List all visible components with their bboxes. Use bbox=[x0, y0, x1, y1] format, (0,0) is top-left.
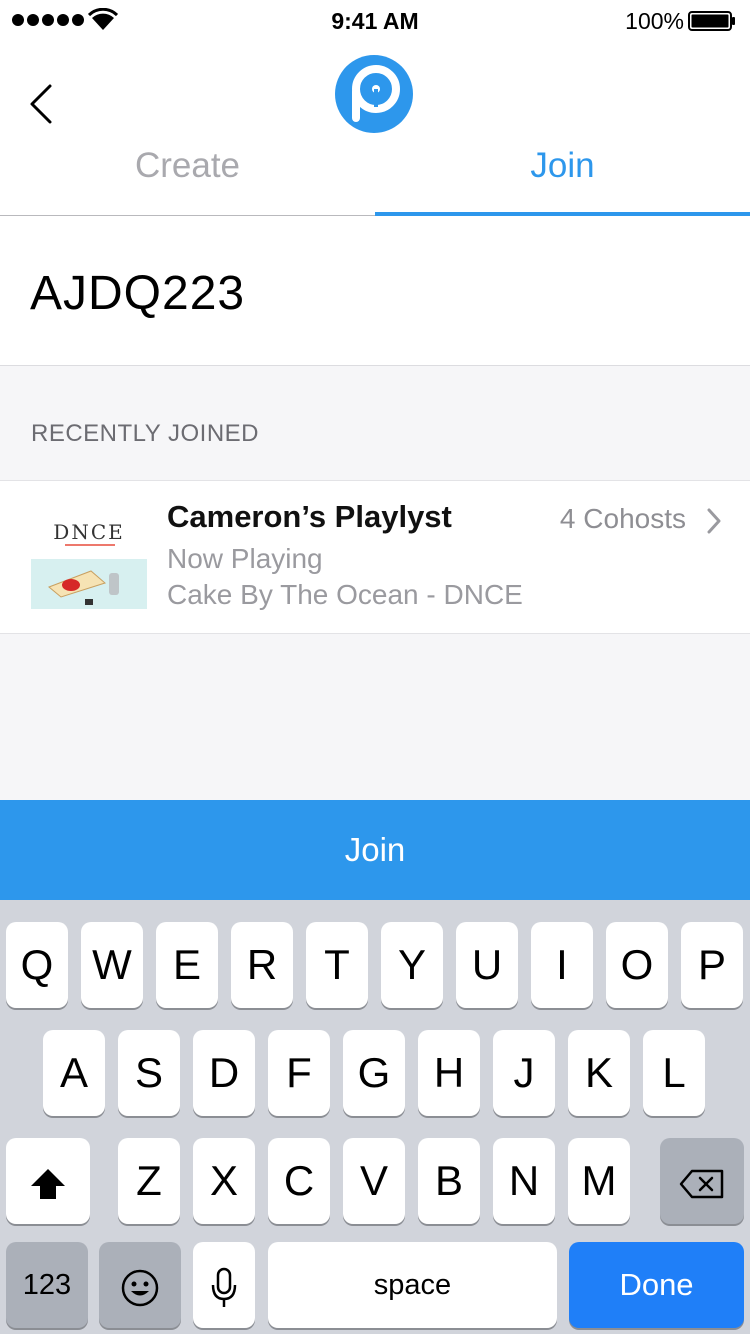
key-c[interactable]: C bbox=[268, 1138, 330, 1224]
cohosts-count: 4 Cohosts bbox=[559, 503, 686, 534]
backspace-icon bbox=[679, 1169, 724, 1199]
list-item[interactable]: DNCE Cameron’s Playlyst 4 Cohosts Now Pl… bbox=[0, 480, 750, 634]
key-z[interactable]: Z bbox=[118, 1138, 180, 1224]
key-i[interactable]: I bbox=[531, 922, 593, 1008]
status-bar: 9:41 AM 100% bbox=[0, 0, 750, 40]
mic-icon bbox=[211, 1267, 237, 1307]
join-button[interactable]: Join bbox=[0, 800, 750, 900]
key-j[interactable]: J bbox=[493, 1030, 555, 1116]
header: 9:41 AM 100% Create Join bbox=[0, 0, 750, 216]
key-m[interactable]: M bbox=[568, 1138, 630, 1224]
key-e[interactable]: E bbox=[156, 922, 218, 1008]
shift-key[interactable] bbox=[6, 1138, 90, 1224]
key-l[interactable]: L bbox=[643, 1030, 705, 1116]
key-u[interactable]: U bbox=[456, 922, 518, 1008]
chevron-right-icon bbox=[707, 508, 721, 534]
space-key[interactable]: space bbox=[268, 1242, 557, 1328]
tab-create[interactable]: Create bbox=[0, 146, 375, 206]
key-r[interactable]: R bbox=[231, 922, 293, 1008]
key-b[interactable]: B bbox=[418, 1138, 480, 1224]
album-art-text: DNCE bbox=[53, 520, 124, 544]
tab-join[interactable]: Join bbox=[375, 146, 750, 206]
back-chevron-icon[interactable] bbox=[20, 80, 64, 128]
key-x[interactable]: X bbox=[193, 1138, 255, 1224]
done-key[interactable]: Done bbox=[569, 1242, 744, 1328]
key-a[interactable]: A bbox=[43, 1030, 105, 1116]
key-n[interactable]: N bbox=[493, 1138, 555, 1224]
recently-joined-header: RECENTLY JOINED bbox=[31, 420, 259, 447]
key-f[interactable]: F bbox=[268, 1030, 330, 1116]
code-input-row bbox=[0, 216, 750, 366]
key-d[interactable]: D bbox=[193, 1030, 255, 1116]
shift-icon bbox=[31, 1168, 65, 1199]
emoji-key[interactable] bbox=[99, 1242, 181, 1328]
key-q[interactable]: Q bbox=[6, 922, 68, 1008]
battery-icon bbox=[688, 11, 735, 31]
playlist-title: Cameron’s Playlyst bbox=[167, 499, 452, 534]
key-y[interactable]: Y bbox=[381, 922, 443, 1008]
keyboard: Q W E R T Y U I O P A S D F G H J K L Z … bbox=[0, 900, 750, 1334]
numbers-key[interactable]: 123 bbox=[6, 1242, 88, 1328]
key-v[interactable]: V bbox=[343, 1138, 405, 1224]
key-p[interactable]: P bbox=[681, 922, 743, 1008]
key-k[interactable]: K bbox=[568, 1030, 630, 1116]
key-s[interactable]: S bbox=[118, 1030, 180, 1116]
join-code-input[interactable] bbox=[30, 258, 720, 328]
mic-key[interactable] bbox=[193, 1242, 255, 1328]
key-w[interactable]: W bbox=[81, 922, 143, 1008]
album-art: DNCE bbox=[31, 509, 147, 613]
app-logo bbox=[335, 55, 413, 133]
key-g[interactable]: G bbox=[343, 1030, 405, 1116]
key-o[interactable]: O bbox=[606, 922, 668, 1008]
key-t[interactable]: T bbox=[306, 922, 368, 1008]
now-playing-label: Now Playing bbox=[167, 543, 323, 574]
key-h[interactable]: H bbox=[418, 1030, 480, 1116]
battery-percentage: 100% bbox=[625, 8, 684, 34]
emoji-icon bbox=[121, 1269, 159, 1307]
backspace-key[interactable] bbox=[660, 1138, 744, 1224]
track-name: Cake By The Ocean - DNCE bbox=[167, 579, 523, 610]
